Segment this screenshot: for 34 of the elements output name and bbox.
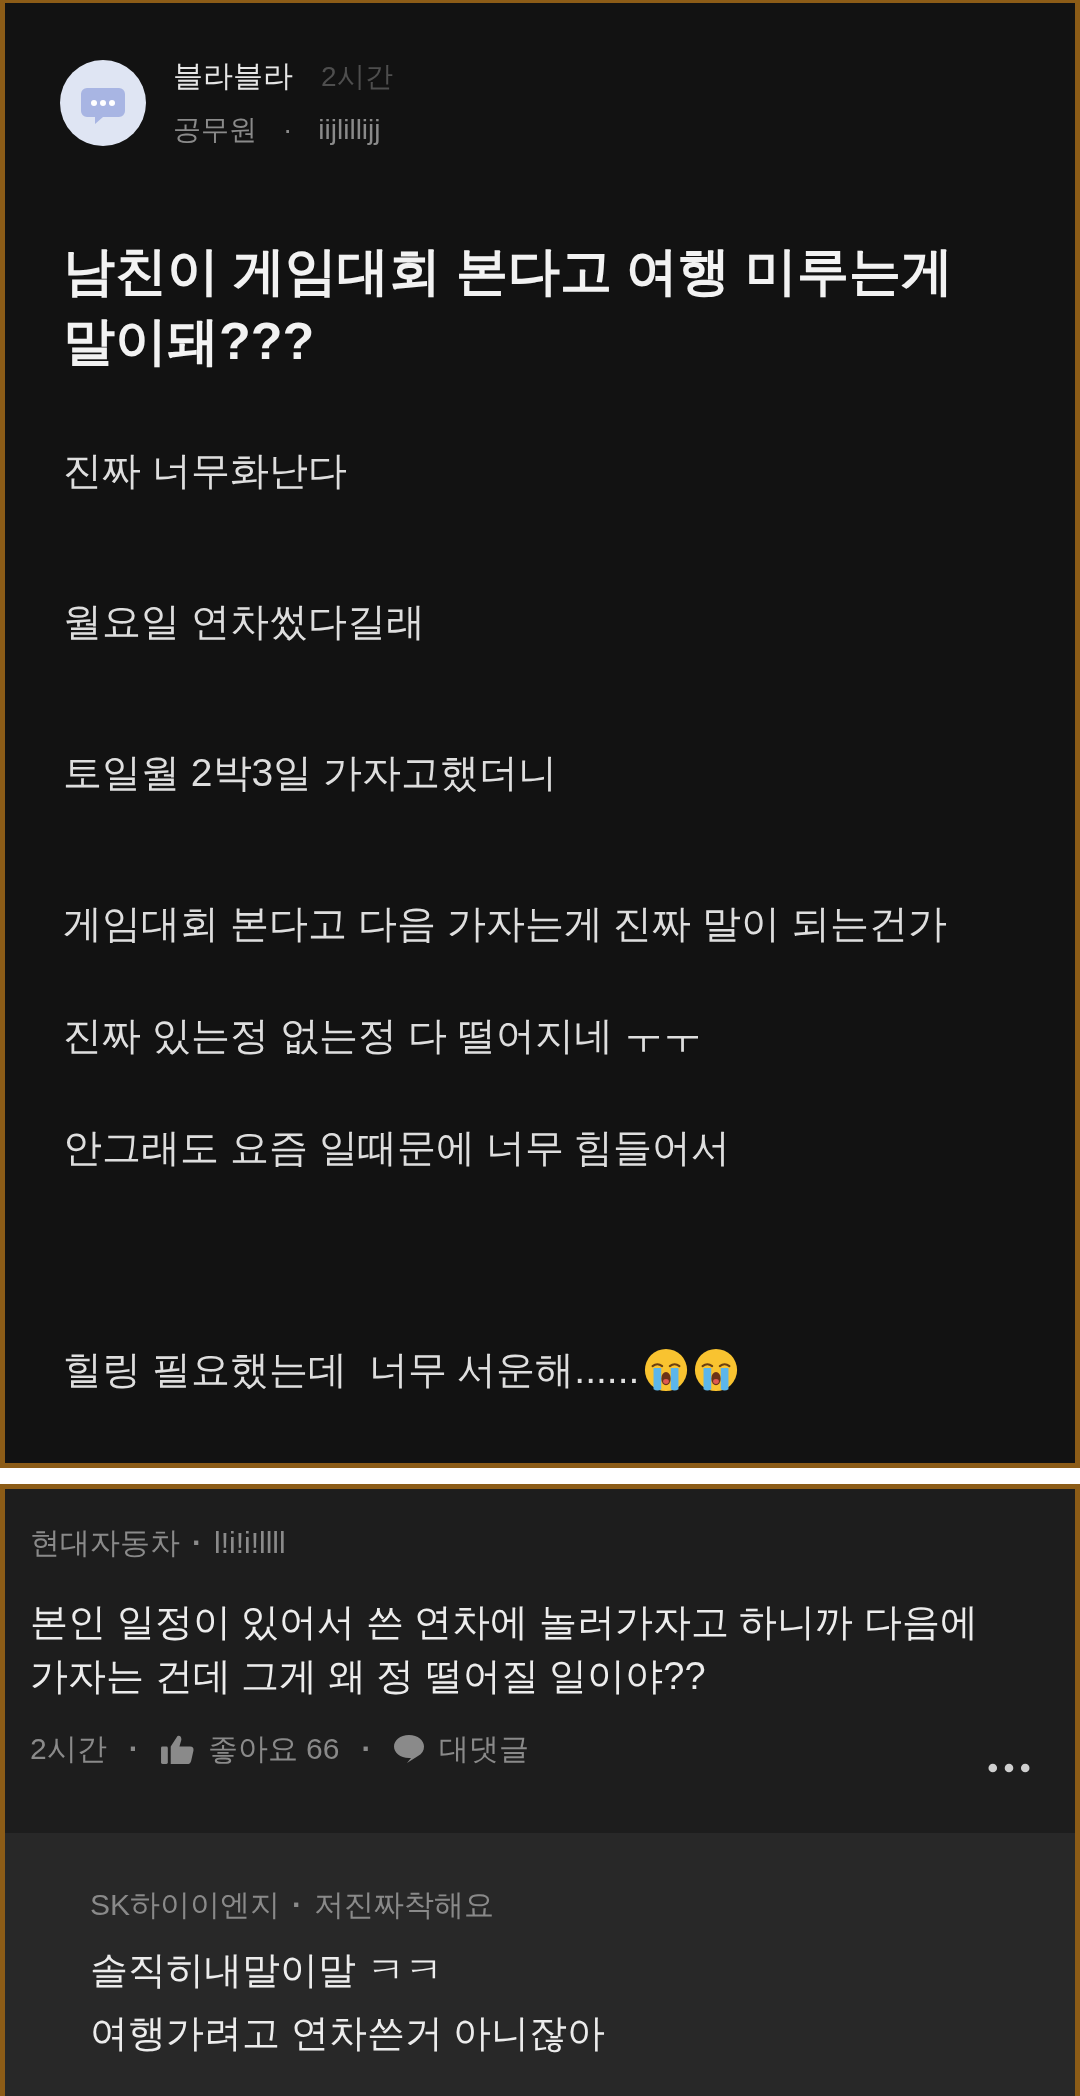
body-text: 진짜 너무화난다 [63, 448, 347, 494]
body-text: 게임대회 본다고 다음 가자는게 진짜 말이 되는건가 [63, 901, 947, 947]
chat-bubble-avatar-icon [60, 59, 146, 146]
separator-dot: · [292, 1887, 303, 1923]
post-time: 2시간 [321, 60, 393, 94]
author-nickname: iijlillijj [318, 113, 381, 147]
body-text: 진짜 있는정 없는정 다 떨어지네 ㅜㅜ [63, 1013, 703, 1059]
separator-dot: · [283, 113, 293, 147]
post-title: 남친이 게임대회 본다고 여행 미루는게 말이돼??? [62, 241, 954, 372]
separator-dot: · [128, 1731, 139, 1767]
speech-bubble-icon [393, 1734, 426, 1764]
commenter-nickname: l!i!i!llll [214, 1525, 286, 1561]
crying-face-icon [693, 1347, 740, 1393]
separator-dot: · [192, 1525, 202, 1561]
body-text: 안그래도 요즘 일때문에 너무 힘들어서 [63, 1125, 731, 1171]
body-text: 힐링 필요했는데 너무 서운해...... [63, 1347, 640, 1393]
commenter-company: 현대자동차 [30, 1525, 180, 1561]
crying-face-icon [643, 1347, 690, 1393]
body-text: 토일월 2박3일 가자고했더니 [63, 750, 558, 796]
author-name: 블라블라 [173, 58, 293, 94]
reply-button[interactable]: 대댓글 [393, 1731, 530, 1767]
reply-text: 솔직히내말이말 ㅋㅋ [90, 1948, 444, 1993]
like-button[interactable]: 좋아요 66 [160, 1731, 340, 1767]
comment-text: 본인 일정이 있어서 쓴 연차에 놀러가자고 하니까 다음에 가자는 건데 그게 왜 정 떨어질 일이야?? [30, 1600, 979, 1699]
separator-dot: · [361, 1731, 372, 1767]
more-dots-icon [988, 1763, 1030, 1773]
more-options-button[interactable] [988, 1763, 1030, 1773]
body-text: 월요일 연차썼다길래 [63, 599, 425, 645]
reply-text: 여행가려고 연차쓴거 아니잖아 [90, 2011, 607, 2056]
comment-time: 2시간 [30, 1731, 107, 1767]
replier-nickname: 저진짜착해요 [314, 1887, 495, 1923]
replier-company: SK하이이엔지 [90, 1887, 281, 1923]
thumbs-up-icon [160, 1733, 194, 1765]
author-company: 공무원 [173, 113, 257, 147]
